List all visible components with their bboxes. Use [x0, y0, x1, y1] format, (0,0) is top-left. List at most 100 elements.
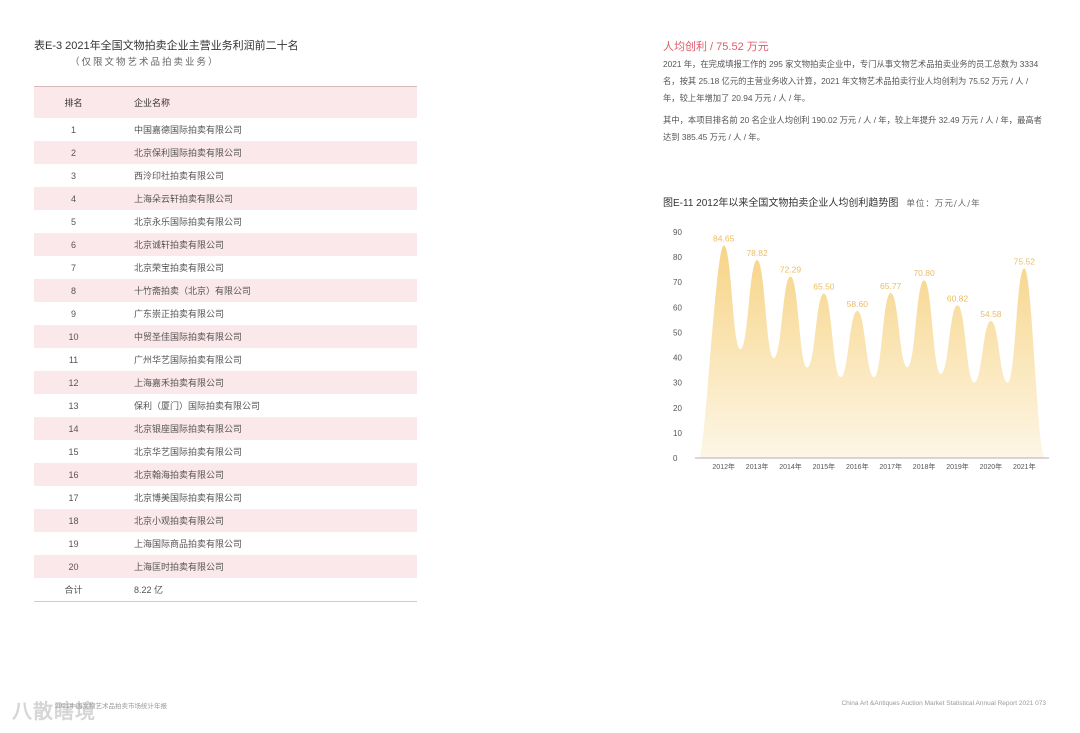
y-tick-label: 20	[673, 404, 682, 413]
rank-cell: 14	[68, 423, 79, 434]
company-cell: 上海嘉禾拍卖有限公司	[134, 378, 225, 388]
company-cell: 上海匡时拍卖有限公司	[134, 562, 225, 572]
data-label: 60.82	[947, 293, 969, 303]
rank-cell: 5	[70, 216, 76, 227]
company-cell: 西泠印社拍卖有限公司	[134, 171, 225, 181]
y-tick-label: 50	[673, 328, 682, 337]
ranking-table: 排名 企业名称 1 中国嘉德国际拍卖有限公司 2 北京保利国际拍卖有限公司 3 西泠印社拍…	[34, 86, 417, 602]
footer-right: China Art &Antiques Auction Market Stati…	[841, 700, 1046, 707]
table-row: 11 广州华艺国际拍卖有限公司	[34, 348, 417, 371]
data-label: 72.29	[780, 264, 802, 274]
rank-cell: 12	[68, 377, 79, 388]
table-row: 13 保利（厦门）国际拍卖有限公司	[34, 394, 417, 417]
table-row: 15 北京华艺国际拍卖有限公司	[34, 440, 417, 463]
table-row: 7 北京荣宝拍卖有限公司	[34, 256, 417, 279]
table-row: 10 中贸圣佳国际拍卖有限公司	[34, 325, 417, 348]
table-row: 19 上海国际商品拍卖有限公司	[34, 532, 417, 555]
x-tick-label: 2020年	[980, 462, 1003, 471]
figure-unit: 单位：万元/人/年	[906, 199, 981, 209]
rank-cell: 6	[70, 239, 76, 250]
data-label: 70.80	[913, 268, 935, 278]
company-cell: 北京荣宝拍卖有限公司	[134, 263, 225, 273]
company-cell: 北京保利国际拍卖有限公司	[134, 148, 243, 158]
rank-cell: 16	[68, 469, 79, 480]
rank-cell: 9	[70, 308, 76, 319]
company-cell: 北京华艺国际拍卖有限公司	[134, 447, 243, 457]
company-cell: 北京博美国际拍卖有限公司	[134, 493, 243, 503]
rank-cell: 8	[70, 285, 76, 296]
table-row: 9 广东崇正拍卖有限公司	[34, 302, 417, 325]
y-tick-label: 40	[673, 354, 682, 363]
company-cell: 十竹斋拍卖（北京）有限公司	[134, 286, 252, 296]
table-row: 6 北京诚轩拍卖有限公司	[34, 233, 417, 256]
data-label: 78.82	[746, 248, 768, 258]
data-label: 54.58	[980, 309, 1002, 319]
rank-cell: 3	[70, 170, 76, 181]
header-rank: 排名	[34, 86, 113, 118]
table-row: 3 西泠印社拍卖有限公司	[34, 164, 417, 187]
company-cell: 保利（厦门）国际拍卖有限公司	[134, 401, 261, 411]
rank-cell: 20	[68, 561, 79, 572]
rank-cell: 2	[70, 147, 76, 158]
area-series	[699, 245, 1045, 458]
table-title: 表E-3 2021年全国文物拍卖企业主营业务利润前二十名	[34, 40, 299, 52]
table-row: 16 北京翰海拍卖有限公司	[34, 463, 417, 486]
y-tick-label: 60	[673, 303, 682, 312]
total-value: 8.22 亿	[113, 578, 417, 602]
y-tick-label: 80	[673, 253, 682, 262]
figure-title: 图E-11 2012年以来全国文物拍卖企业人均创利趋势图 单位：万元/人/年	[663, 194, 981, 209]
table-total-row: 合计 8.22 亿	[34, 578, 417, 602]
x-tick-label: 2019年	[946, 462, 969, 471]
y-tick-label: 0	[673, 454, 678, 463]
x-tick-label: 2018年	[913, 462, 936, 471]
header-company: 企业名称	[113, 86, 417, 118]
rank-cell: 15	[68, 446, 79, 457]
table-row: 4 上海朵云轩拍卖有限公司	[34, 187, 417, 210]
paragraph-1: 2021 年，在完成填报工作的 295 家文物拍卖企业中，专门从事文物艺术品拍卖…	[663, 59, 1039, 103]
data-label: 84.65	[713, 233, 735, 243]
rank-cell: 13	[68, 400, 79, 411]
table-row: 20 上海匡时拍卖有限公司	[34, 555, 417, 578]
table-row: 2 北京保利国际拍卖有限公司	[34, 141, 417, 164]
y-tick-label: 10	[673, 429, 682, 438]
footer-left: 2021中国文物艺术品拍卖市场统计年报	[55, 703, 167, 710]
company-cell: 广州华艺国际拍卖有限公司	[134, 355, 243, 365]
x-tick-label: 2015年	[813, 462, 836, 471]
company-cell: 北京小观拍卖有限公司	[134, 516, 225, 526]
y-tick-label: 90	[673, 228, 682, 237]
total-label: 合计	[34, 578, 113, 602]
company-cell: 北京翰海拍卖有限公司	[134, 470, 225, 480]
x-tick-label: 2014年	[779, 462, 802, 471]
trend-chart: 0 10 20 30 40 50 60 70 80 90 84.65 78.82 72.29 65.50…	[673, 228, 1049, 471]
rank-cell: 1	[70, 124, 76, 135]
company-cell: 上海朵云轩拍卖有限公司	[134, 194, 234, 204]
company-cell: 中国嘉德国际拍卖有限公司	[134, 125, 243, 135]
data-label: 75.52	[1014, 256, 1036, 266]
rank-cell: 10	[68, 331, 79, 342]
rank-cell: 17	[68, 492, 79, 503]
x-tick-label: 2012年	[712, 462, 735, 471]
paragraph-2: 其中，本项目排名前 20 名企业人均创利 190.02 万元 / 人 / 年，较…	[663, 115, 1042, 142]
figure-title-text: 图E-11 2012年以来全国文物拍卖企业人均创利趋势图	[663, 198, 899, 209]
company-cell: 中贸圣佳国际拍卖有限公司	[134, 332, 243, 342]
company-cell: 北京银座国际拍卖有限公司	[134, 424, 243, 434]
company-cell: 北京诚轩拍卖有限公司	[134, 240, 225, 250]
data-label: 58.60	[847, 299, 869, 309]
company-cell: 上海国际商品拍卖有限公司	[134, 539, 243, 549]
rank-cell: 7	[70, 262, 76, 273]
rank-cell: 4	[70, 193, 76, 204]
table-row: 5 北京永乐国际拍卖有限公司	[34, 210, 417, 233]
x-tick-label: 2017年	[879, 462, 902, 471]
data-label: 65.77	[880, 281, 902, 291]
x-tick-label: 2013年	[746, 462, 769, 471]
table-subtitle: （仅限文物艺术品拍卖业务）	[70, 57, 220, 68]
table-header-row: 排名 企业名称	[34, 86, 417, 118]
table-row: 8 十竹斋拍卖（北京）有限公司	[34, 279, 417, 302]
x-tick-label: 2021年	[1013, 462, 1036, 471]
company-cell: 广东崇正拍卖有限公司	[134, 309, 225, 319]
table-row: 12 上海嘉禾拍卖有限公司	[34, 371, 417, 394]
company-cell: 北京永乐国际拍卖有限公司	[134, 217, 243, 227]
data-label: 65.50	[813, 282, 835, 292]
rank-cell: 11	[68, 354, 79, 365]
rank-cell: 19	[68, 538, 79, 549]
